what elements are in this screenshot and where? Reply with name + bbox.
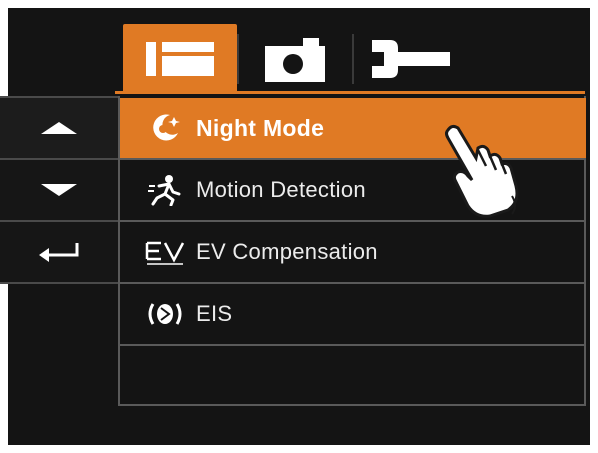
nav-up-button[interactable]: [0, 96, 118, 158]
menu-item-ev-compensation[interactable]: EV Compensation: [120, 222, 586, 282]
video-camera-icon: [146, 42, 214, 76]
nav-back-button[interactable]: [0, 220, 118, 284]
menu-divider: [120, 344, 586, 346]
night-mode-icon: [142, 111, 188, 145]
camera-icon: [264, 38, 325, 82]
return-arrow-icon: [39, 243, 79, 262]
eis-icon: [142, 297, 188, 331]
tabs-underline: [115, 91, 585, 94]
wrench-icon: [371, 40, 450, 78]
tab-video-mode[interactable]: [123, 24, 237, 94]
tab-photo-mode[interactable]: [237, 24, 352, 94]
pointing-hand-icon: [445, 124, 519, 218]
triangle-down-icon: [41, 184, 77, 196]
menu-item-eis[interactable]: EIS: [120, 284, 586, 344]
triangle-up-icon: [41, 122, 77, 134]
nav-down-button[interactable]: [0, 158, 118, 220]
camera-screen: Night Mode Motion Detection EV Compensat…: [0, 0, 598, 453]
motion-detection-icon: [142, 173, 188, 207]
menu-item-label: EIS: [196, 301, 233, 326]
tab-setup[interactable]: [352, 24, 467, 94]
ev-compensation-icon: [142, 235, 188, 269]
menu-item-label: Motion Detection: [196, 177, 366, 202]
menu-item-label: EV Compensation: [196, 239, 378, 264]
side-navigation: [0, 96, 118, 284]
menu-item-label: Night Mode: [196, 114, 325, 141]
